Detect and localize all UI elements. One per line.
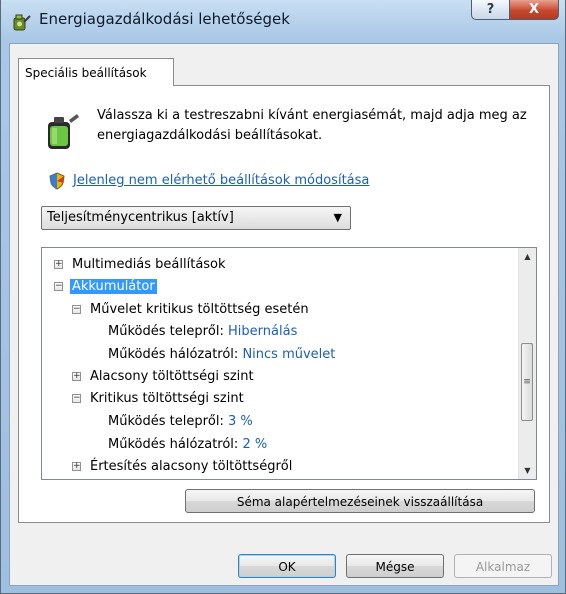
scroll-down-icon[interactable]: ▼ <box>519 462 536 479</box>
change-unavailable-settings-link[interactable]: Jelenleg nem elérhető beállítások módosí… <box>73 173 369 188</box>
collapse-icon[interactable]: − <box>72 394 81 403</box>
shield-icon <box>49 172 65 190</box>
battery-icon <box>48 114 79 149</box>
tab-advanced-settings[interactable]: Speciális beállítások <box>18 58 174 86</box>
collapse-icon[interactable]: − <box>72 305 81 314</box>
tree-scrollbar[interactable]: ▲ ≡ ▼ <box>518 248 536 479</box>
setting-label: Működés hálózatról: <box>108 437 239 452</box>
tree-item-critical-level-on-battery[interactable]: Működés telepről: 3 % <box>108 411 253 433</box>
chevron-down-icon: ▼ <box>333 211 342 224</box>
tree-item-critical-level[interactable]: − Kritikus töltöttségi szint <box>72 388 244 410</box>
apply-button[interactable]: Alkalmaz <box>454 554 552 578</box>
setting-label: Működés telepről: <box>108 414 224 429</box>
setting-value[interactable]: Hibernálás <box>228 324 297 339</box>
tree-item-label: Alacsony töltöttségi szint <box>90 369 254 384</box>
expand-icon[interactable]: + <box>72 372 81 381</box>
power-plan-dropdown[interactable]: Teljesítménycentrikus [aktív] ▼ <box>41 206 351 230</box>
plan-description: Válassza ki a testreszabni kívánt energi… <box>97 108 527 143</box>
tree-item-label: Értesítés alacsony töltöttségről <box>90 459 293 474</box>
tree-item-label: Kritikus töltöttségi szint <box>90 391 244 406</box>
setting-value[interactable]: 2 % <box>242 437 267 452</box>
power-options-icon <box>13 14 31 31</box>
cancel-button[interactable]: Mégse <box>346 554 444 578</box>
title-bar[interactable]: Energiagazdálkodási lehetőségek ? X <box>1 0 566 44</box>
tree-item-low-notification[interactable]: + Értesítés alacsony töltöttségről <box>72 456 292 478</box>
settings-tree[interactable]: + Multimediás beállítások − Akkumulátor … <box>41 247 537 480</box>
setting-label: Működés telepről: <box>108 324 224 339</box>
power-plan-value: Teljesítménycentrikus [aktív] <box>47 210 234 225</box>
tree-item-multimedia[interactable]: + Multimediás beállítások <box>54 254 226 276</box>
tree-item-low-level[interactable]: + Alacsony töltöttségi szint <box>72 366 254 388</box>
window-title: Energiagazdálkodási lehetőségek <box>39 10 290 28</box>
setting-value[interactable]: Nincs művelet <box>242 347 335 362</box>
tree-item-label: Multimediás beállítások <box>72 257 226 272</box>
expand-icon[interactable]: + <box>54 260 63 269</box>
tab-panel: Válassza ki a testreszabni kívánt energi… <box>18 85 550 523</box>
scroll-up-icon[interactable]: ▲ <box>519 248 536 265</box>
tree-item-critical-action-on-battery[interactable]: Működés telepről: Hibernálás <box>108 321 297 343</box>
tree-item-label: Akkumulátor <box>70 279 157 294</box>
ok-button[interactable]: OK <box>238 554 336 578</box>
close-button[interactable]: X <box>509 0 559 20</box>
setting-label: Működés hálózatról: <box>108 347 239 362</box>
expand-icon[interactable]: + <box>72 462 81 471</box>
tree-item-critical-action[interactable]: − Művelet kritikus töltöttség esetén <box>72 299 309 321</box>
tree-item-critical-action-plugged-in[interactable]: Működés hálózatról: Nincs művelet <box>108 344 335 366</box>
tree-item-critical-level-plugged-in[interactable]: Működés hálózatról: 2 % <box>108 434 267 456</box>
restore-defaults-button[interactable]: Séma alapértelmezéseinek visszaállítása <box>185 489 535 513</box>
setting-value[interactable]: 3 % <box>228 414 253 429</box>
tree-item-label: Művelet kritikus töltöttség esetén <box>90 302 309 317</box>
dialog-window: Energiagazdálkodási lehetőségek ? X Spec… <box>0 0 566 594</box>
collapse-icon[interactable]: − <box>54 282 63 291</box>
scroll-thumb[interactable]: ≡ <box>521 343 533 421</box>
client-area: Speciális beállítások Válassza ki a test… <box>9 43 559 586</box>
tree-item-battery[interactable]: − Akkumulátor <box>54 276 157 298</box>
help-button[interactable]: ? <box>471 0 510 20</box>
